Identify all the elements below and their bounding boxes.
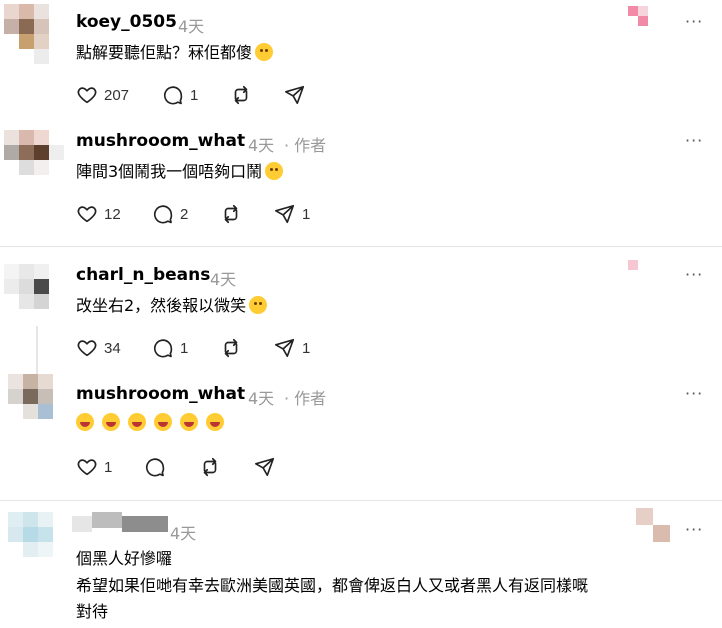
comment-text xyxy=(76,413,232,438)
like-count: 207 xyxy=(104,86,130,104)
redacted-username-block xyxy=(122,516,168,532)
thread-line xyxy=(36,326,38,376)
reply-button[interactable]: 1 xyxy=(162,84,198,106)
send-icon xyxy=(275,338,295,358)
username[interactable]: mushrooom_what xyxy=(76,131,245,151)
rofl-emoji-icon xyxy=(206,413,224,431)
redacted-username-block xyxy=(92,512,122,528)
like-button[interactable]: 207 xyxy=(76,84,129,106)
comment-text: 改坐右2，然後報以微笑 xyxy=(76,293,268,318)
username[interactable]: koey_0505 xyxy=(76,12,177,32)
heart-icon xyxy=(77,459,97,476)
heart-icon xyxy=(77,340,97,357)
pixel-decoration xyxy=(628,260,648,280)
redacted-username-block xyxy=(72,516,92,532)
timestamp: 4天 xyxy=(248,136,275,155)
username[interactable]: mushrooom_what xyxy=(76,384,245,404)
like-count: 12 xyxy=(104,205,121,223)
more-icon[interactable]: ··· xyxy=(685,131,703,150)
zany-face-emoji-icon xyxy=(265,162,284,180)
share-button[interactable]: 1 xyxy=(274,203,310,225)
pixel-decoration xyxy=(636,508,670,542)
heart-icon xyxy=(77,87,97,104)
author-tag: · 作者 xyxy=(284,389,327,408)
avatar[interactable] xyxy=(8,512,68,572)
comment-text: 陣間3個鬧我一個唔夠口鬧 xyxy=(76,159,284,184)
repost-button[interactable] xyxy=(199,456,221,478)
reply-button[interactable]: 1 xyxy=(152,337,188,359)
like-count: 34 xyxy=(104,339,121,357)
rofl-emoji-icon xyxy=(154,413,172,431)
repost-icon xyxy=(224,338,238,358)
share-count: 1 xyxy=(302,205,311,223)
more-icon[interactable]: ··· xyxy=(685,520,703,539)
reply-count: 2 xyxy=(180,205,189,223)
more-icon[interactable]: ··· xyxy=(685,384,703,403)
repost-button[interactable] xyxy=(220,203,242,225)
repost-icon xyxy=(234,85,248,105)
repost-icon xyxy=(224,204,238,224)
heart-icon xyxy=(77,206,97,223)
avatar[interactable] xyxy=(4,264,64,324)
timestamp: 4天 xyxy=(178,17,205,36)
avatar[interactable] xyxy=(8,374,68,434)
share-button[interactable]: 1 xyxy=(274,337,310,359)
more-icon[interactable]: ··· xyxy=(685,12,703,31)
rofl-emoji-icon xyxy=(76,413,94,431)
comment-text-line: 希望如果佢哋有幸去歐洲美國英國，都會俾返白人又或者黑人有返同樣嘅 xyxy=(76,576,589,595)
speech-bubble-icon xyxy=(153,339,173,358)
repost-button[interactable] xyxy=(230,84,252,106)
author-tag: · 作者 xyxy=(284,136,327,155)
rofl-emoji-icon xyxy=(102,413,120,431)
comment-text-line: 個黑人好慘囉 xyxy=(76,549,173,568)
speech-bubble-icon xyxy=(163,86,183,105)
smiling-face-emoji-icon xyxy=(249,296,268,314)
speech-bubble-icon xyxy=(145,458,165,477)
divider xyxy=(0,500,722,501)
avatar[interactable] xyxy=(4,130,64,190)
repost-icon xyxy=(203,457,217,477)
divider xyxy=(0,246,722,247)
timestamp: 4天 xyxy=(210,270,237,289)
eye-roll-emoji-icon xyxy=(255,43,274,61)
send-icon xyxy=(285,85,305,105)
timestamp: 4天 xyxy=(170,524,197,543)
timestamp: 4天 xyxy=(248,389,275,408)
avatar[interactable] xyxy=(4,4,64,64)
like-button[interactable]: 12 xyxy=(76,203,121,225)
reply-button[interactable]: 2 xyxy=(152,203,188,225)
reply-count: 1 xyxy=(190,86,199,104)
like-button[interactable]: 1 xyxy=(76,456,112,478)
comment-text: 點解要聽佢點？冧佢都傻 xyxy=(76,40,274,65)
send-icon xyxy=(255,457,275,477)
pixel-decoration xyxy=(628,6,648,26)
rofl-emoji-icon xyxy=(180,413,198,431)
comment-text-line: 對待 xyxy=(76,602,109,621)
share-button[interactable] xyxy=(254,456,276,478)
speech-bubble-icon xyxy=(153,205,173,224)
rofl-emoji-icon xyxy=(128,413,146,431)
send-icon xyxy=(275,204,295,224)
more-icon[interactable]: ··· xyxy=(685,265,703,284)
repost-button[interactable] xyxy=(220,337,242,359)
share-count: 1 xyxy=(302,339,311,357)
reply-button[interactable] xyxy=(144,456,166,478)
share-button[interactable] xyxy=(284,84,306,106)
reply-count: 1 xyxy=(180,339,189,357)
username[interactable]: charl_n_beans xyxy=(76,265,210,285)
like-button[interactable]: 34 xyxy=(76,337,121,359)
like-count: 1 xyxy=(104,458,113,476)
